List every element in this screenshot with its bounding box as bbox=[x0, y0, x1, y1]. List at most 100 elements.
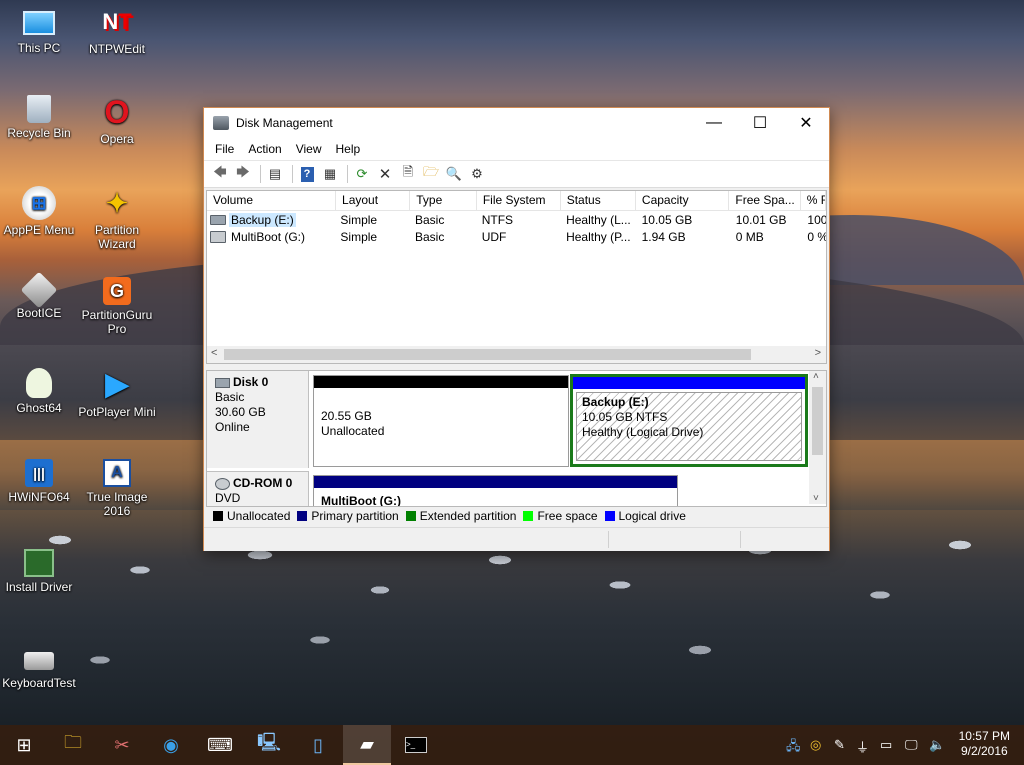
scroll-down-icon[interactable]: ˅ bbox=[813, 493, 819, 504]
scroll-thumb[interactable] bbox=[812, 387, 823, 455]
disk-management-icon[interactable]: ▰ bbox=[343, 725, 391, 765]
cd-rom-0-label[interactable]: CD-ROM 0 DVD bbox=[207, 471, 309, 506]
minimize-button[interactable]: — bbox=[691, 108, 737, 138]
desktop-icon-label: Install Driver bbox=[5, 580, 73, 594]
chrome-tray-icon[interactable]: ◎ bbox=[810, 737, 821, 753]
maximize-button[interactable]: ☐ bbox=[737, 108, 783, 138]
column-header-volume[interactable]: Volume bbox=[207, 191, 337, 210]
disk-management-window[interactable]: Disk Management — ☐ ✕ File Action View H… bbox=[203, 107, 830, 551]
computer-icon[interactable]: 🖳 bbox=[245, 725, 293, 765]
scroll-right-icon[interactable]: > bbox=[815, 347, 821, 359]
menu-action[interactable]: Action bbox=[241, 142, 288, 156]
table-row[interactable]: MultiBoot (G:) Simple Basic UDF Healthy … bbox=[207, 228, 826, 245]
menu-file[interactable]: File bbox=[208, 142, 241, 156]
column-header-percent-free[interactable]: % F bbox=[801, 191, 826, 210]
table-row[interactable]: Backup (E:) Simple Basic NTFS Healthy (L… bbox=[207, 211, 826, 228]
scroll-thumb[interactable] bbox=[224, 349, 751, 360]
percent-free-cell: 0 % bbox=[807, 229, 826, 244]
partition-multiboot-g[interactable]: MultiBoot (G:) bbox=[313, 475, 678, 506]
menu-bar: File Action View Help bbox=[204, 138, 829, 161]
drive-icon bbox=[210, 214, 226, 225]
partition-unallocated[interactable]: 20.55 GB Unallocated bbox=[313, 375, 569, 467]
menu-help[interactable]: Help bbox=[329, 142, 368, 156]
desktop-icon-install-driver[interactable]: Install Driver bbox=[0, 549, 78, 594]
desktop-icon-potplayer-mini[interactable]: ▶ PotPlayer Mini bbox=[78, 368, 156, 420]
file-explorer-icon[interactable]: 🗀 bbox=[49, 725, 97, 765]
properties-icon[interactable]: ▤ bbox=[265, 164, 285, 184]
system-clock[interactable]: 10:57 PM 9/2/2016 bbox=[959, 729, 1010, 759]
menu-view[interactable]: View bbox=[289, 142, 329, 156]
legend-swatch bbox=[523, 511, 534, 521]
horizontal-scrollbar[interactable]: < > bbox=[207, 346, 826, 363]
disk-graphical-view[interactable]: Disk 0 Basic 30.60 GB Online 20.55 GB Un… bbox=[206, 370, 827, 507]
desktop-icon-recycle-bin[interactable]: Recycle Bin bbox=[0, 95, 78, 140]
pen-tray-icon[interactable]: ✎ bbox=[834, 737, 845, 753]
desktop-icon-bootice[interactable]: BootICE bbox=[0, 271, 78, 320]
file-system-cell: UDF bbox=[481, 229, 507, 244]
desktop-icon-partition-wizard[interactable]: ✦ Partition Wizard bbox=[78, 186, 156, 251]
column-header-type[interactable]: Type bbox=[410, 191, 477, 210]
column-header-free-space[interactable]: Free Spa... bbox=[729, 191, 801, 210]
status-cell: Healthy (P... bbox=[566, 229, 631, 244]
free-space-cell: 10.01 GB bbox=[735, 212, 787, 227]
monitor-tray-icon[interactable]: 🖵 bbox=[905, 737, 918, 753]
desktop-icon-true-image-2016[interactable]: A True Image 2016 bbox=[78, 459, 156, 518]
settings-icon[interactable]: ⚙ bbox=[467, 164, 487, 184]
windows-start-icon[interactable]: ⊞ bbox=[0, 725, 48, 765]
paint-icon[interactable]: ✂ bbox=[98, 725, 146, 765]
desktop-icon-label: Recycle Bin bbox=[7, 126, 71, 140]
column-header-capacity[interactable]: Capacity bbox=[636, 191, 730, 210]
console-icon[interactable]: ▦ bbox=[320, 164, 340, 184]
column-header-status[interactable]: Status bbox=[561, 191, 636, 210]
battery-tray-icon[interactable]: ▭ bbox=[880, 737, 892, 753]
close-button[interactable]: ✕ bbox=[783, 108, 829, 138]
desktop-icon-hwinfo64[interactable]: ||| HWiNFO64 bbox=[0, 459, 78, 504]
legend-label: Primary partition bbox=[311, 509, 399, 523]
hwinfo-icon: ||| bbox=[25, 459, 53, 487]
desktop-icon-opera[interactable]: O Opera bbox=[78, 95, 156, 146]
new-icon[interactable]: 🗎 bbox=[398, 164, 418, 184]
cmd-icon[interactable]: >_ bbox=[392, 725, 440, 765]
legend-swatch bbox=[604, 511, 615, 521]
window-title: Disk Management bbox=[236, 116, 333, 130]
notepad-icon[interactable]: ▯ bbox=[294, 725, 342, 765]
refresh-icon[interactable]: ⟳ bbox=[352, 164, 372, 184]
desktop-icon-label: HWiNFO64 bbox=[8, 490, 70, 504]
recycle-bin-icon bbox=[27, 95, 51, 123]
volume-tray-icon[interactable]: 🔈 bbox=[929, 737, 945, 753]
keyboard-icon[interactable]: ⌨ bbox=[196, 725, 244, 765]
desktop-icon-keyboardtest[interactable]: KeyboardTest bbox=[0, 644, 78, 690]
network-tray-icon[interactable]: 🖧 bbox=[786, 737, 801, 759]
desktop-icon-partitionguru-pro[interactable]: G PartitionGuru Pro bbox=[78, 277, 156, 336]
column-header-layout[interactable]: Layout bbox=[336, 191, 411, 210]
cd-drive-icon bbox=[215, 477, 230, 490]
free-space-cell: 0 MB bbox=[735, 229, 764, 244]
volume-list[interactable]: Volume Layout Type File System Status Ca… bbox=[206, 190, 827, 364]
partition-status: Unallocated bbox=[321, 424, 385, 438]
desktop-icon-ghost64[interactable]: Ghost64 bbox=[0, 368, 78, 415]
title-bar[interactable]: Disk Management — ☐ ✕ bbox=[204, 108, 829, 138]
back-icon[interactable]: 🡄 bbox=[210, 164, 230, 184]
desktop-icon-label: Opera bbox=[100, 132, 134, 146]
play-icon: ▶ bbox=[105, 368, 129, 401]
vertical-scrollbar[interactable]: ˄ ˅ bbox=[809, 371, 826, 504]
legend: Unallocated Primary partition Extended p… bbox=[206, 507, 825, 525]
network-icon[interactable]: ◉ bbox=[147, 725, 195, 765]
help-icon[interactable]: ? bbox=[297, 164, 317, 184]
scroll-left-icon[interactable]: < bbox=[211, 347, 217, 359]
open-icon[interactable]: 🗁 bbox=[421, 164, 441, 184]
scroll-up-icon[interactable]: ˄ bbox=[813, 371, 819, 382]
column-header-file-system[interactable]: File System bbox=[477, 191, 561, 210]
partitionguru-icon: G bbox=[103, 277, 131, 305]
usb-tray-icon[interactable]: ⏚ bbox=[856, 737, 869, 756]
desktop-icon-this-pc[interactable]: This PC bbox=[0, 5, 78, 55]
desktop-icon-ntpwedit[interactable]: NT NTPWEdit bbox=[78, 5, 156, 57]
desktop-icon-label: BootICE bbox=[16, 306, 62, 320]
forward-icon[interactable]: 🡆 bbox=[233, 164, 253, 184]
search-icon[interactable]: 🔍 bbox=[444, 164, 464, 184]
partition-color-bar bbox=[573, 377, 805, 389]
delete-icon[interactable]: ✕ bbox=[375, 164, 395, 184]
disk-0-label[interactable]: Disk 0 Basic 30.60 GB Online bbox=[207, 371, 309, 468]
desktop-icon-appe-menu[interactable]: ⊞ AppPE Menu bbox=[0, 186, 78, 237]
partition-backup-e[interactable]: Backup (E:) 10.05 GB NTFS Healthy (Logic… bbox=[570, 374, 808, 467]
